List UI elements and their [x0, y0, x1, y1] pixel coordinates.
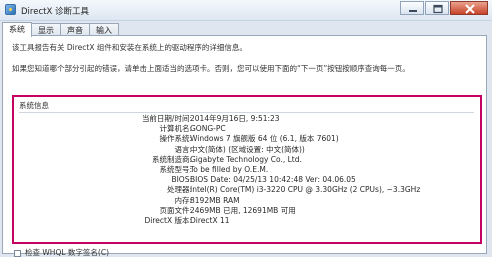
info-value: GONG-PC: [190, 124, 226, 134]
title-bar: DirectX 诊断工具: [0, 0, 492, 21]
info-value: 2469MB 已用, 12691MB 可用: [190, 205, 296, 215]
system-tab-panel: 该工具报告有关 DirectX 组件和安装在系统上的驱动程序的详细信息。 如果您…: [2, 35, 487, 254]
info-row-computer-name: 计算机名: GONG-PC: [14, 124, 480, 134]
maximize-icon: [433, 4, 443, 14]
info-value: 2014年9月16日, 9:51:23: [190, 114, 280, 123]
info-label: 系统制造商:: [151, 154, 192, 164]
system-info-rows: 当前日期/时间: 2014年9月16日, 9:51:23 计算机名: GONG-…: [14, 114, 480, 226]
window-title: DirectX 诊断工具: [21, 7, 89, 17]
whql-checkbox-label: 检查 WHQL 数字签名(C): [25, 248, 109, 257]
whql-check-option[interactable]: 检查 WHQL 数字签名(C): [14, 249, 109, 257]
close-icon: [465, 4, 475, 14]
info-row-datetime: 当前日期/时间: 2014年9月16日, 9:51:23: [14, 114, 480, 124]
info-label: 操作系统:: [159, 134, 192, 144]
whql-checkbox[interactable]: [14, 249, 21, 257]
info-value: 中文(简体) (区域设置: 中文(简体)): [190, 144, 305, 154]
info-label: 当前日期/时间:: [141, 114, 192, 123]
tab-system[interactable]: 系统: [2, 22, 32, 37]
info-row-language: 语言: 中文(简体) (区域设置: 中文(简体)): [14, 145, 480, 155]
info-row-memory: 内存: 8192MB RAM: [14, 196, 480, 206]
intro-text-line2: 如果您知道哪个部分引起的错误，请单击上面适当的选项卡。否则，您可以使用下面的“下…: [12, 64, 410, 73]
info-label: BIOS:: [171, 175, 192, 185]
directx-app-icon: [5, 4, 16, 15]
info-row-os: 操作系统: Windows 7 旗舰版 64 位 (6.1, 版本 7601): [14, 134, 480, 144]
maximize-button[interactable]: [425, 1, 449, 15]
group-title: 系统信息: [19, 101, 49, 110]
info-label: 计算机名:: [159, 124, 192, 134]
info-value: DirectX 11: [190, 215, 230, 225]
info-value: Windows 7 旗舰版 64 位 (6.1, 版本 7601): [190, 134, 339, 144]
info-row-bios: BIOS: BIOS Date: 04/25/13 10:42:48 Ver: …: [14, 175, 480, 185]
window-controls: [400, 1, 488, 15]
info-value: BIOS Date: 04/25/13 10:42:48 Ver: 04.06.…: [190, 175, 356, 185]
intro-text-line1: 该工具报告有关 DirectX 组件和安装在系统上的驱动程序的详细信息。: [12, 43, 247, 52]
info-value: 8192MB RAM: [190, 195, 240, 205]
info-value: Gigabyte Technology Co., Ltd.: [190, 154, 302, 164]
info-row-model: 系统型号: To be filled by O.E.M.: [14, 165, 480, 175]
tab-bar: 系统 显示 声音 输入: [2, 22, 119, 37]
info-row-directx-version: DirectX 版本: DirectX 11: [14, 216, 480, 226]
system-info-group: 系统信息 当前日期/时间: 2014年9月16日, 9:51:23 计算机名: …: [12, 95, 482, 244]
close-button[interactable]: [450, 1, 488, 15]
minimize-icon: [409, 10, 417, 12]
info-label: 页面文件:: [159, 205, 192, 215]
minimize-button[interactable]: [400, 1, 424, 15]
info-row-processor: 处理器: Intel(R) Core(TM) i3-3220 CPU @ 3.3…: [14, 185, 480, 195]
info-label: DirectX 版本:: [144, 215, 192, 225]
info-label: 系统型号:: [159, 164, 192, 174]
info-value: To be filled by O.E.M.: [190, 164, 269, 174]
info-value: Intel(R) Core(TM) i3-3220 CPU @ 3.30GHz …: [190, 185, 421, 195]
info-label: 处理器:: [166, 185, 192, 195]
info-row-manufacturer: 系统制造商: Gigabyte Technology Co., Ltd.: [14, 155, 480, 165]
info-row-page-file: 页面文件: 2469MB 已用, 12691MB 可用: [14, 206, 480, 216]
